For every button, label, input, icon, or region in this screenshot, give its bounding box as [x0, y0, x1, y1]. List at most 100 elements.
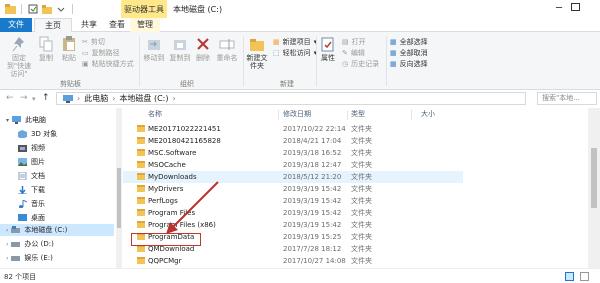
column-header-size[interactable]: 大小	[421, 108, 435, 121]
cut-button[interactable]: ✂ 剪切	[82, 37, 105, 47]
maximize-button[interactable]	[571, 3, 580, 11]
file-row[interactable]: ME20171022221451 2017/10/22 22:14 文件夹	[123, 123, 463, 135]
up-arrow-icon[interactable]: ↑	[42, 93, 50, 103]
nav-pane-scrollbar[interactable]	[116, 108, 122, 268]
folder-icon	[137, 137, 145, 144]
collapse-chevron-icon[interactable]: ›	[6, 227, 8, 234]
scrollbar-thumb[interactable]	[117, 168, 121, 228]
scrollbar-thumb[interactable]	[591, 148, 597, 208]
collapse-chevron-icon[interactable]: ›	[6, 255, 8, 262]
column-header-type[interactable]: 类型	[351, 108, 365, 121]
recent-chevron-icon[interactable]: ▾	[32, 95, 36, 103]
collapse-chevron-icon[interactable]: ›	[6, 241, 8, 248]
pin-label: 固定到"快速访问"	[6, 54, 32, 78]
nav-item-pictures[interactable]: 图片	[0, 156, 114, 168]
file-row[interactable]: QQPCMgr 2017/10/27 14:08 文件夹	[123, 255, 463, 267]
details-view-icon[interactable]	[565, 272, 574, 281]
breadcrumb-this-pc[interactable]: 此电脑	[84, 93, 108, 104]
paste-icon	[63, 36, 75, 51]
breadcrumb-local-disk[interactable]: 本地磁盘 (C:)	[119, 93, 168, 104]
pictures-icon	[18, 158, 27, 166]
title-bar: 驱动器工具 本地磁盘 (C:) ─	[0, 0, 600, 18]
nav-item-music[interactable]: 音乐	[0, 198, 114, 210]
column-header-name[interactable]: 名称	[148, 108, 162, 121]
edit-label: 编辑	[350, 49, 365, 57]
file-row[interactable]: MyDownloads 2018/5/12 21:20 文件夹	[123, 171, 463, 183]
invert-selection-button[interactable]: ▦ 反向选择	[390, 59, 428, 69]
nav-item-drive-d[interactable]: › 办公 (D:)	[0, 238, 114, 250]
easy-access-button[interactable]: ⬚轻松访问▾	[273, 48, 317, 58]
address-bar[interactable]: › 此电脑 › 本地磁盘 (C:) ›	[56, 92, 526, 105]
ribbon-tabs: 文件 主页 共享 查看 管理	[0, 18, 600, 32]
scissors-icon: ✂	[82, 38, 88, 46]
copy-path-button[interactable]: ▭ 复制路径	[82, 48, 120, 58]
tab-file[interactable]: 文件	[0, 18, 32, 32]
paste-button[interactable]: 粘贴	[58, 36, 80, 62]
delete-button[interactable]: 删除	[193, 36, 213, 62]
edit-icon: ✎	[342, 49, 348, 57]
pin-quick-access-button[interactable]: 固定到"快速访问"	[4, 36, 34, 78]
edit-button[interactable]: ✎ 编辑	[342, 48, 365, 58]
column-divider[interactable]	[411, 110, 412, 120]
column-divider[interactable]	[347, 110, 348, 120]
nav-item-3d-objects[interactable]: 3D 对象	[0, 128, 114, 140]
copy-to-button[interactable]: 复制到	[168, 36, 192, 62]
properties-icon	[321, 37, 334, 52]
new-item-button[interactable]: ▦新建项目▾	[273, 37, 317, 47]
copy-to-label: 复制到	[169, 54, 191, 62]
qa-customize-icon[interactable]	[55, 3, 67, 15]
forward-arrow-icon[interactable]: →	[20, 93, 28, 103]
nav-item-desktop[interactable]: 桌面	[0, 212, 114, 224]
file-row[interactable]: Program Files (x86) 2019/3/19 15:42 文件夹	[123, 219, 463, 231]
tab-view[interactable]: 查看	[104, 18, 130, 32]
tab-manage[interactable]: 管理	[130, 18, 160, 32]
downloads-icon	[18, 186, 27, 194]
nav-item-drive-e[interactable]: › 娱乐 (E:)	[0, 252, 114, 264]
new-item-icon: ▦	[273, 38, 280, 46]
history-button[interactable]: ◷ 历史记录	[342, 59, 379, 69]
column-header-date[interactable]: 修改日期	[283, 108, 311, 121]
file-row[interactable]: ME20180421165828 2018/4/21 17:04 文件夹	[123, 135, 463, 147]
column-divider[interactable]	[278, 110, 279, 120]
move-to-button[interactable]: 移动到	[142, 36, 166, 62]
file-row[interactable]: MSC.Software 2019/3/18 16:52 文件夹	[123, 147, 463, 159]
properties-qa-icon[interactable]	[27, 3, 39, 15]
paste-shortcut-button[interactable]: ▣ 粘贴快捷方式	[82, 59, 134, 69]
select-none-button[interactable]: ▦ 全部取消	[390, 48, 428, 58]
open-button[interactable]: ▤ 打开	[342, 37, 366, 47]
tab-home[interactable]: 主页	[34, 18, 72, 32]
file-list-scrollbar[interactable]	[588, 108, 600, 268]
folder-icon	[137, 257, 145, 264]
nav-item-label: 3D 对象	[31, 130, 58, 138]
rename-button[interactable]: 重命名	[214, 36, 240, 62]
open-icon: ▤	[342, 38, 349, 46]
expand-chevron-icon[interactable]: ▾	[6, 117, 9, 124]
new-folder-button[interactable]: 新建文件夹	[245, 36, 269, 70]
nav-item-this-pc[interactable]: ▾ 此电脑	[0, 114, 114, 126]
folder-icon	[137, 149, 145, 156]
file-row[interactable]: MSOCache 2019/3/18 12:47 文件夹	[123, 159, 463, 171]
nav-item-documents[interactable]: 文档	[0, 170, 114, 182]
nav-item-videos[interactable]: 视频	[0, 142, 114, 154]
invert-selection-icon: ▦	[390, 60, 397, 68]
back-arrow-icon[interactable]: ←	[6, 93, 14, 103]
search-box[interactable]: 搜索"本地...	[537, 92, 597, 105]
large-icons-view-icon[interactable]	[580, 272, 589, 281]
nav-item-local-disk-c[interactable]: › 本地磁盘 (C:)	[0, 224, 114, 236]
copy-button[interactable]: 复制	[36, 36, 56, 62]
select-all-button[interactable]: ▦ 全部选择	[390, 37, 428, 47]
delete-x-icon	[197, 38, 209, 50]
copy-to-icon	[174, 40, 186, 50]
select-all-icon: ▦	[390, 38, 397, 46]
minimize-button[interactable]: ─	[556, 3, 562, 14]
file-row[interactable]: Program Files 2019/3/19 15:42 文件夹	[123, 207, 463, 219]
nav-item-downloads[interactable]: 下载	[0, 184, 114, 196]
file-row[interactable]: PerfLogs 2019/3/19 15:42 文件夹	[123, 195, 463, 207]
new-folder-qa-icon[interactable]	[41, 3, 53, 15]
tab-share[interactable]: 共享	[76, 18, 102, 32]
rename-label: 重命名	[216, 54, 238, 62]
clipboard-group-label: 剪贴板	[60, 80, 81, 88]
file-row[interactable]: MyDrivers 2019/3/19 15:42 文件夹	[123, 183, 463, 195]
properties-button[interactable]: 属性	[318, 36, 338, 62]
computer-icon	[63, 94, 73, 103]
